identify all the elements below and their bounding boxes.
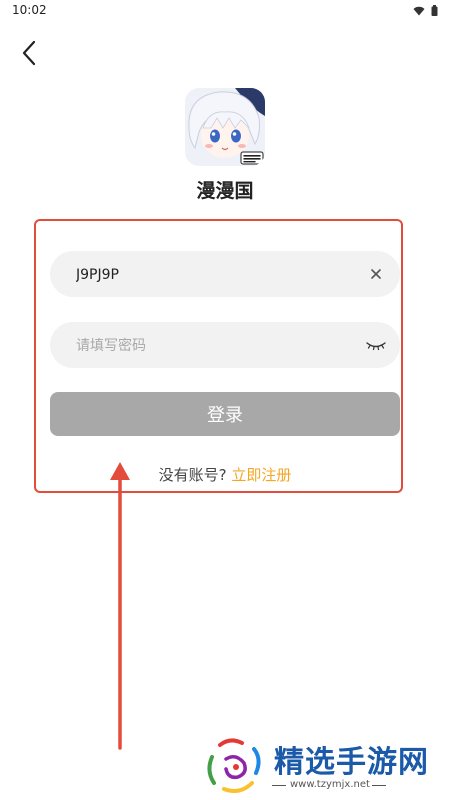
register-link[interactable]: 立即注册 xyxy=(231,466,291,484)
account-field[interactable] xyxy=(50,251,400,299)
account-input[interactable] xyxy=(74,251,358,299)
chevron-left-icon xyxy=(22,40,36,66)
watermark-title: 精选手游网 xyxy=(274,745,429,780)
wifi-icon xyxy=(413,6,425,15)
back-button[interactable] xyxy=(16,38,46,68)
app-logo xyxy=(185,88,265,166)
login-button[interactable]: 登录 xyxy=(50,392,400,436)
watermark: 精选手游网 www.tzymjx.net xyxy=(200,735,448,797)
watermark-rule-left xyxy=(272,785,286,786)
annotation-arrow xyxy=(110,462,130,750)
password-input[interactable] xyxy=(74,322,358,370)
clear-icon xyxy=(371,269,381,279)
status-time: 10:02 xyxy=(12,3,47,17)
status-icons xyxy=(413,5,438,16)
register-row: 没有账号? 立即注册 xyxy=(0,464,450,485)
app-name: 漫漫国 xyxy=(196,180,254,202)
toggle-password-visibility-button[interactable] xyxy=(364,333,388,357)
no-account-text: 没有账号? xyxy=(158,466,227,484)
clear-button[interactable] xyxy=(364,262,388,286)
watermark-url: www.tzymjx.net xyxy=(290,779,370,790)
status-bar: 10:02 xyxy=(0,0,450,22)
password-field[interactable] xyxy=(50,322,400,370)
battery-icon xyxy=(431,5,438,16)
watermark-rule-right xyxy=(372,785,386,786)
eye-closed-icon xyxy=(366,342,386,351)
watermark-logo-icon xyxy=(207,738,261,793)
anime-avatar-logo xyxy=(185,88,265,166)
